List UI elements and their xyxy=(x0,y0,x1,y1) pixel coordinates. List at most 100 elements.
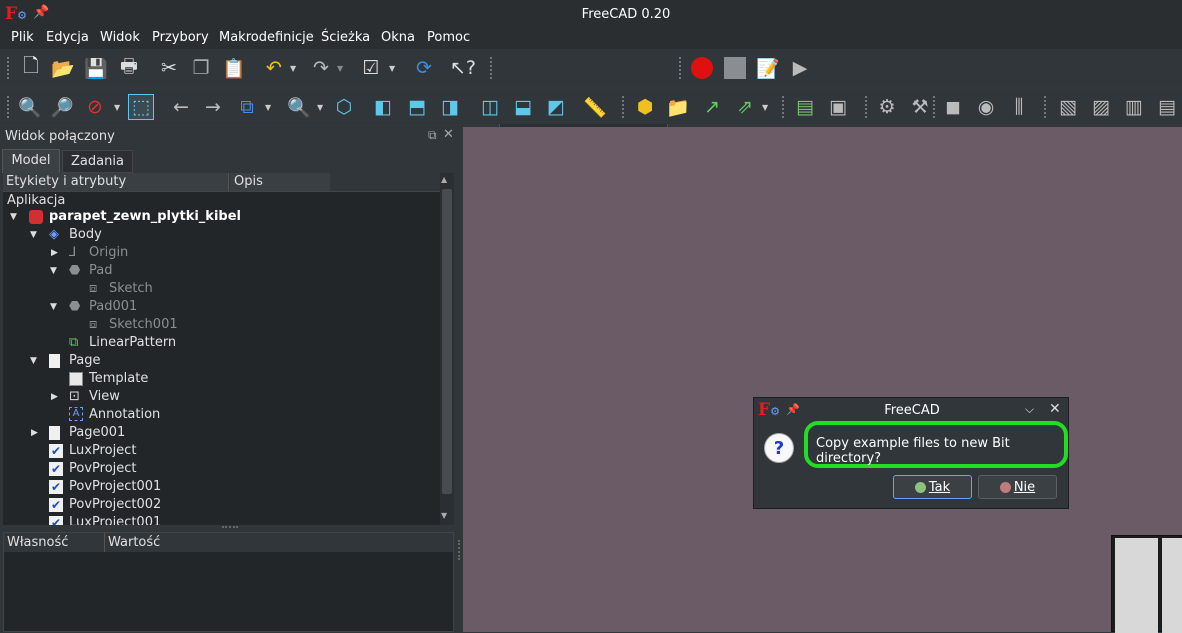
undo-icon[interactable]: ↶ xyxy=(261,55,287,81)
expand-icon[interactable]: ▼ xyxy=(10,208,17,226)
tab-model[interactable]: Model xyxy=(2,149,60,173)
nav-cube-side[interactable] xyxy=(1162,538,1182,633)
print-icon[interactable]: 🖶 xyxy=(116,55,142,81)
expand-icon[interactable]: ▼ xyxy=(30,226,37,244)
group-icon[interactable]: 📁 xyxy=(665,94,691,120)
tree-scrollbar[interactable]: ▲ ▼ xyxy=(440,173,454,525)
left-view-icon[interactable]: ◩ xyxy=(543,94,569,120)
draw-style-dropdown-icon[interactable]: ▼ xyxy=(114,103,120,112)
tree-item-linearpattern[interactable]: ⧉ LinearPattern xyxy=(3,334,440,352)
column-description[interactable]: Opis xyxy=(230,173,330,191)
collapse-icon[interactable]: ▶ xyxy=(51,244,58,262)
redo-icon[interactable]: ↷ xyxy=(308,55,334,81)
toolbar-grip[interactable] xyxy=(7,96,11,118)
collapse-icon[interactable]: ▶ xyxy=(31,424,38,442)
toolbar-grip[interactable] xyxy=(679,57,683,79)
menu-okna[interactable]: Okna xyxy=(381,30,415,45)
right-view-icon[interactable]: ◨ xyxy=(437,94,463,120)
back-icon[interactable]: ← xyxy=(168,94,194,120)
fit-selection-icon[interactable]: 🔎 xyxy=(49,94,75,120)
zoom-view-icon[interactable]: 🔍 xyxy=(286,94,312,120)
tree-item-view[interactable]: ▶ ⊡ View xyxy=(3,388,440,406)
tree-item-template[interactable]: Template xyxy=(3,370,440,388)
adaptive-icon[interactable]: ▧ xyxy=(1055,94,1081,120)
column-value[interactable]: Wartość xyxy=(108,533,160,552)
link-icon[interactable]: ↗ xyxy=(699,94,725,120)
tool-dock-icon[interactable]: ⚒ xyxy=(907,94,933,120)
tree-item-page[interactable]: ▼ Page xyxy=(3,352,440,370)
tab-zadania[interactable]: Zadania xyxy=(62,150,133,173)
toolbar-grip[interactable] xyxy=(7,57,11,79)
3d-view[interactable] xyxy=(463,127,1182,633)
measure-icon[interactable]: 📏 xyxy=(582,94,608,120)
close-panel-icon[interactable]: ✕ xyxy=(443,127,454,142)
scroll-up-icon[interactable]: ▲ xyxy=(441,175,447,184)
tree-item-luxproject[interactable]: ✔ LuxProject xyxy=(3,442,440,460)
toolbit-icon[interactable]: ⚙ xyxy=(874,94,900,120)
front-view-icon[interactable]: ◧ xyxy=(370,94,396,120)
tree-item-body[interactable]: ▼ ◈ Body xyxy=(3,226,440,244)
menu-przybory[interactable]: Przybory xyxy=(152,30,209,45)
bottom-view-icon[interactable]: ⬓ xyxy=(510,94,536,120)
cut-icon[interactable]: ✂ xyxy=(156,55,182,81)
tree-item-annotation[interactable]: A Annotation xyxy=(3,406,440,424)
yes-button[interactable]: Tak xyxy=(893,475,972,499)
part-icon[interactable]: ⬢ xyxy=(632,94,658,120)
float-icon[interactable]: ⧉ xyxy=(428,128,437,143)
column-labels[interactable]: Etykiety i atrybuty xyxy=(3,173,229,191)
menu-edycja[interactable]: Edycja xyxy=(46,30,89,45)
toolbar-grip[interactable] xyxy=(1044,96,1048,118)
tree-item-povproject[interactable]: ✔ PovProject xyxy=(3,460,440,478)
nav-cube-face[interactable] xyxy=(1115,538,1158,633)
toolbar-grip[interactable] xyxy=(933,96,937,118)
tree-item-pad001[interactable]: ▼ ⬣ Pad001 xyxy=(3,298,440,316)
toolbar-grip[interactable] xyxy=(865,96,869,118)
save-icon[interactable]: 💾 xyxy=(83,55,109,81)
paste-icon[interactable]: 📋 xyxy=(221,55,247,81)
menu-widok[interactable]: Widok xyxy=(100,30,140,45)
scrollbar-thumb[interactable] xyxy=(442,189,452,494)
toolbar-grip[interactable] xyxy=(782,96,786,118)
face-icon[interactable]: ▨ xyxy=(1088,94,1114,120)
splitter-handle[interactable] xyxy=(222,526,238,528)
expand-icon[interactable]: ▼ xyxy=(30,352,37,370)
tree-item-povproject002[interactable]: ✔ PovProject002 xyxy=(3,496,440,514)
menu-pomoc[interactable]: Pomoc xyxy=(427,30,470,45)
pocket-icon[interactable]: ◉ xyxy=(973,94,999,120)
collapse-icon[interactable]: ▶ xyxy=(51,388,58,406)
isometric-view-icon[interactable]: ⬡ xyxy=(331,94,357,120)
helix-icon[interactable]: ▥ xyxy=(1121,94,1147,120)
profile-icon[interactable]: ◼ xyxy=(940,94,966,120)
post-process-icon[interactable]: ▣ xyxy=(825,94,851,120)
menu-plik[interactable]: Plik xyxy=(11,30,34,45)
no-button[interactable]: Nie xyxy=(978,475,1057,499)
refresh-check-icon[interactable]: ☑ xyxy=(358,55,384,81)
link-dropdown-icon[interactable]: ▼ xyxy=(762,103,768,112)
undo-dropdown-icon[interactable]: ▼ xyxy=(290,64,296,73)
draw-style-icon[interactable]: ⊘ xyxy=(82,94,108,120)
fit-all-icon[interactable]: 🔍 xyxy=(17,94,43,120)
new-document-icon[interactable]: 🗋 xyxy=(18,55,44,81)
sync-view-icon[interactable]: ⧉ xyxy=(234,94,260,120)
recompute-icon[interactable]: ⟳ xyxy=(411,55,437,81)
expand-icon[interactable]: ▼ xyxy=(50,262,57,280)
tree-item-document[interactable]: ▼ parapet_zewn_plytki_kibel xyxy=(3,208,440,226)
navigation-cube[interactable] xyxy=(1111,535,1182,633)
macro-edit-icon[interactable]: 📝 xyxy=(755,55,781,81)
close-dialog-icon[interactable]: ✕ xyxy=(1049,401,1061,417)
forward-icon[interactable]: → xyxy=(200,94,226,120)
link-actions-icon[interactable]: ⇗ xyxy=(732,94,758,120)
collapse-dialog-icon[interactable]: ⌵ xyxy=(1025,402,1034,417)
slot-icon[interactable]: ▤ xyxy=(1154,94,1180,120)
drilling-icon[interactable]: ⫼ xyxy=(1006,94,1032,120)
tree-item-sketch001[interactable]: ⧈ Sketch001 xyxy=(3,316,440,334)
zoom-dropdown-icon[interactable]: ▼ xyxy=(317,103,323,112)
sync-dropdown-icon[interactable]: ▼ xyxy=(265,103,271,112)
redo-dropdown-icon[interactable]: ▼ xyxy=(337,64,343,73)
scroll-down-icon[interactable]: ▼ xyxy=(441,511,447,520)
job-icon[interactable]: ▤ xyxy=(792,94,818,120)
toolbar-grip[interactable] xyxy=(622,96,626,118)
top-view-icon[interactable]: ⬒ xyxy=(404,94,430,120)
menu-sciezka[interactable]: Ścieżka xyxy=(321,30,370,45)
menu-makrodefinicje[interactable]: Makrodefinicje xyxy=(219,30,314,45)
